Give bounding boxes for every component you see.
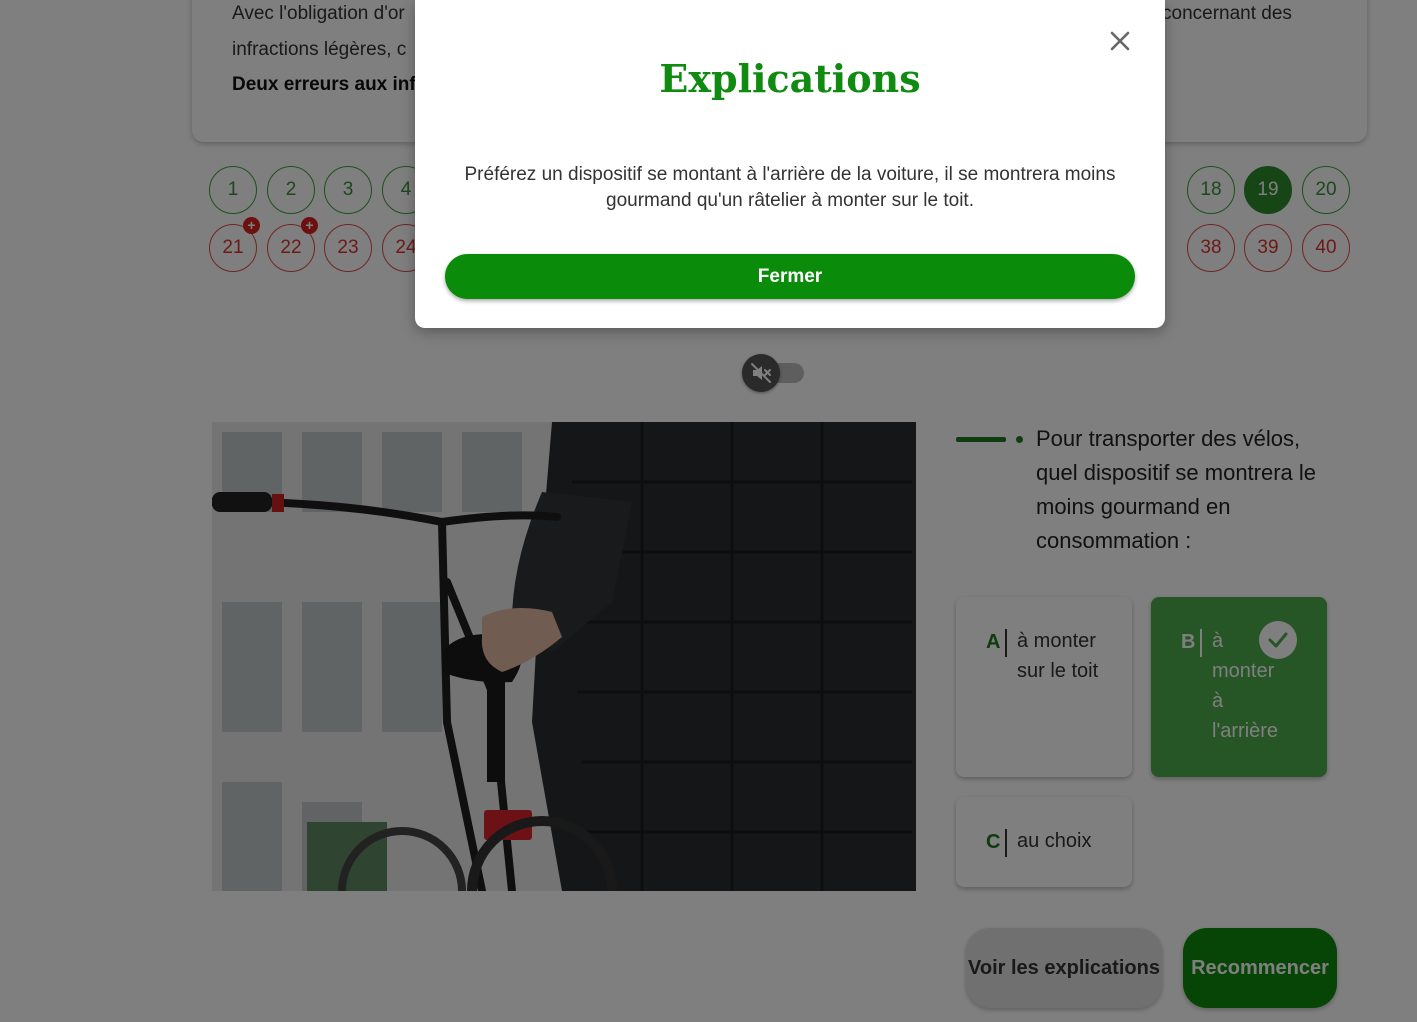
- modal-title: Explications: [659, 56, 921, 101]
- close-modal-button[interactable]: Fermer: [445, 254, 1135, 299]
- close-icon[interactable]: [1107, 28, 1133, 54]
- modal-body: Préférez un dispositif se montant à l'ar…: [464, 164, 1116, 211]
- explanations-modal: Explications Préférez un dispositif se m…: [415, 0, 1165, 328]
